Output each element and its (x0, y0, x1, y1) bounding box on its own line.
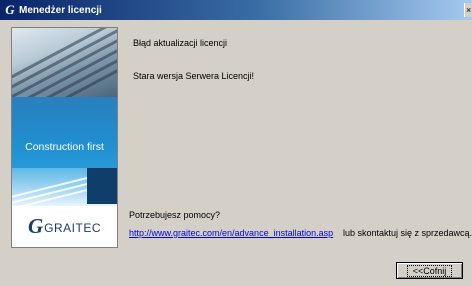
brand-side-panel: Construction first G GRAITEC (11, 27, 118, 248)
decorative-square (87, 168, 117, 204)
graitec-logo-mark: G (27, 214, 44, 238)
brand-tagline: Construction first (25, 141, 104, 153)
close-icon[interactable]: × (464, 3, 472, 17)
contact-dealer-text: lub skontaktuj się z sprzedawcą. (343, 228, 472, 238)
error-heading: Błąd aktualizacji licencji (133, 38, 228, 48)
graitec-g-icon: G (5, 2, 15, 17)
license-manager-dialog: G Menedżer licencji × Construction first… (0, 0, 472, 286)
back-button[interactable]: <<Cofnij (396, 262, 463, 279)
error-detail: Stara wersja Serwera Licencji! (133, 71, 255, 81)
title-bar[interactable]: G Menedżer licencji × (0, 0, 472, 20)
window-title: Menedżer licencji (19, 4, 102, 16)
graitec-logo-word: GRAITEC (44, 221, 101, 235)
help-question: Potrzebujesz pomocy? (129, 210, 221, 220)
graitec-logo: G GRAITEC (12, 206, 117, 247)
building-photo (12, 28, 117, 97)
installation-help-link[interactable]: http://www.graitec.com/en/advance_instal… (129, 228, 333, 238)
back-button-label: <<Cofnij (406, 264, 453, 277)
